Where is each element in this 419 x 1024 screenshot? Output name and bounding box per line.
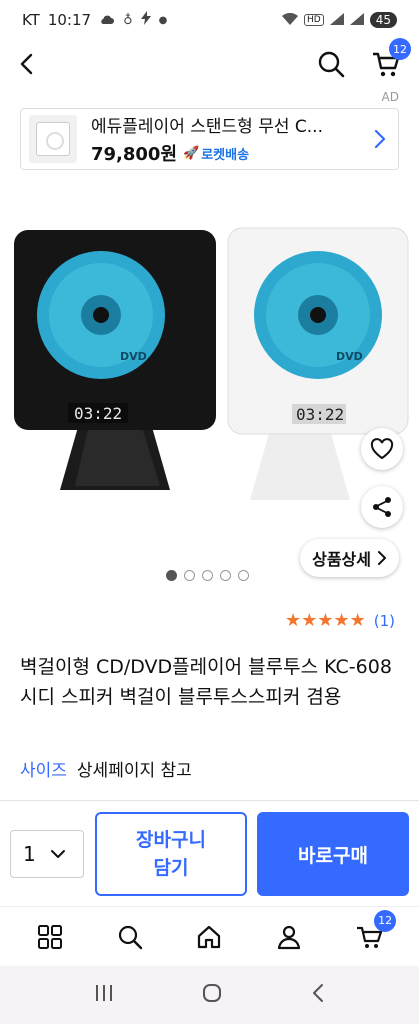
home-system-button[interactable]: [202, 983, 222, 1007]
bolt-icon: [140, 11, 151, 29]
bottom-cart-count-badge: 12: [374, 909, 397, 932]
chevron-down-icon: [50, 850, 65, 858]
nav-category[interactable]: [25, 924, 75, 950]
battery-indicator: 45: [369, 12, 397, 28]
star-rating: ★★★★★: [285, 611, 366, 630]
buy-now-label: 바로구매: [298, 844, 368, 867]
cart-count-badge: 12: [389, 38, 411, 60]
add-to-cart-label-2: 담기: [153, 857, 189, 879]
back-system-button[interactable]: [311, 983, 325, 1007]
back-icon: [20, 53, 33, 75]
back-button[interactable]: [14, 51, 40, 77]
recent-apps-button[interactable]: [94, 984, 114, 1006]
search-button[interactable]: [317, 50, 345, 78]
purchase-bar: 1 장바구니 담기 바로구매: [0, 810, 419, 898]
star-icon: ★: [285, 610, 302, 631]
quantity-select[interactable]: 1: [10, 830, 84, 878]
product-detail-button[interactable]: 상품상세: [300, 539, 399, 577]
carousel-indicator: [166, 570, 249, 581]
signal-icon: [329, 12, 344, 28]
carousel-dot[interactable]: [166, 570, 177, 581]
category-icon: [37, 924, 62, 949]
nav-home[interactable]: [184, 924, 234, 950]
dvd-label-black: DVD: [120, 350, 147, 363]
product-title: 벽걸이형 CD/DVD플레이어 블루투스 KC-608 시디 스피커 벽걸이 블…: [20, 656, 392, 708]
cloud-icon: [99, 11, 115, 29]
share-icon: [373, 497, 391, 517]
signal-icon-2: [349, 12, 364, 28]
quantity-value: 1: [23, 842, 36, 866]
wishlist-button[interactable]: [361, 428, 403, 470]
divider: [0, 800, 419, 801]
status-bar: KT 10:17 ♁ ● HD 45: [0, 0, 419, 40]
back-chevron-icon: [312, 984, 323, 1002]
star-icon: ★: [333, 610, 350, 631]
carousel-dot[interactable]: [220, 570, 231, 581]
top-nav: 12: [0, 38, 419, 88]
option-row: 사이즈 상세페이지 참고: [20, 756, 192, 781]
nav-mypage[interactable]: [264, 924, 314, 950]
product-detail-label: 상품상세: [312, 550, 371, 569]
bottom-nav: 12: [0, 906, 419, 966]
add-to-cart-button[interactable]: 장바구니 담기: [95, 812, 247, 896]
rating[interactable]: ★★★★★ (1): [285, 611, 395, 630]
cart-button[interactable]: 12: [371, 38, 411, 78]
nav-cart[interactable]: 12: [344, 909, 397, 950]
carousel-dot[interactable]: [202, 570, 213, 581]
buy-now-button[interactable]: 바로구매: [257, 812, 409, 896]
hd-icon: HD: [304, 14, 324, 26]
dot-icon: ●: [158, 14, 168, 26]
clock-display-black: 03:22: [74, 404, 122, 423]
notification-icon: ♁: [123, 12, 133, 28]
review-count: (1): [373, 611, 395, 630]
option-label: 사이즈: [20, 761, 67, 781]
clock-display-white: 03:22: [296, 405, 344, 424]
home-icon: [198, 925, 221, 948]
home-circle-icon: [203, 984, 222, 1002]
ad-thumbnail: [29, 115, 77, 163]
status-time: 10:17: [47, 11, 92, 29]
star-icon: ★: [317, 610, 334, 631]
rocket-delivery-label: 로켓배송: [201, 147, 250, 163]
ad-banner[interactable]: 에듀플레이어 스탠드형 무선 C... 79,800원 🚀 로켓배송: [20, 108, 399, 170]
rocket-delivery-badge: 🚀 로켓배송: [183, 144, 249, 163]
mypage-icon: [278, 925, 301, 949]
search-icon: [318, 51, 345, 78]
add-to-cart-label-1: 장바구니: [136, 829, 206, 851]
star-icon: ★: [301, 610, 318, 631]
recent-apps-icon: [96, 985, 113, 1001]
system-nav-bar: [0, 966, 419, 1024]
share-button[interactable]: [361, 486, 403, 528]
option-value: 상세페이지 참고: [76, 761, 192, 781]
dvd-label-white: DVD: [336, 350, 363, 363]
carousel-dot[interactable]: [184, 570, 195, 581]
heart-icon: [370, 438, 394, 460]
rocket-icon: 🚀: [183, 145, 200, 161]
chevron-right-icon: [370, 128, 390, 150]
wifi-icon: [282, 12, 299, 28]
ad-label: AD: [381, 90, 399, 104]
carousel-dot[interactable]: [238, 570, 249, 581]
ad-title: 에듀플레이어 스탠드형 무선 C...: [91, 117, 323, 137]
star-icon: ★: [349, 610, 366, 631]
ad-price: 79,800원: [91, 144, 178, 165]
search-icon: [118, 925, 142, 949]
chevron-right-icon: [378, 551, 386, 565]
carrier-label: KT: [22, 11, 40, 29]
nav-search[interactable]: [105, 924, 155, 950]
